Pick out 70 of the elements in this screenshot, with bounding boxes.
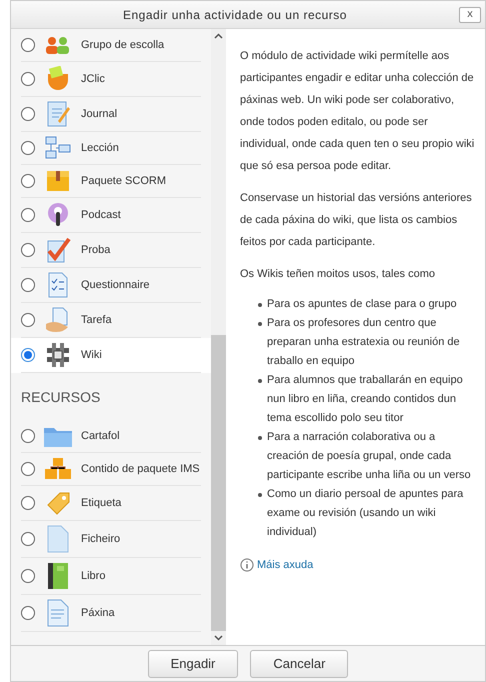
info-icon [240, 558, 254, 572]
bullet-icon [258, 436, 262, 440]
dialog-button[interactable]: Engadir [148, 650, 238, 678]
usage-bullet: Para os profesores dun centro que preparan unha estratexia ou reunión de traballo en equipo [267, 316, 461, 369]
module-option[interactable]: Contido de paquete IMS [11, 453, 211, 486]
description-paragraph: Os Wikis teñen moitos usos, tales como [240, 267, 436, 282]
scroll-thumb[interactable] [211, 335, 226, 631]
radio-button[interactable] [21, 462, 35, 476]
module-label: Paquete SCORM [81, 174, 166, 189]
radio-button[interactable] [21, 348, 35, 362]
radio-button[interactable] [21, 38, 35, 52]
module-label: Cartafol [81, 428, 120, 444]
radio-button[interactable] [21, 243, 35, 257]
bullet-icon [258, 493, 262, 497]
radio-button[interactable] [21, 72, 35, 86]
radio-button[interactable] [21, 532, 35, 546]
module-option[interactable]: Páxina [11, 595, 211, 632]
module-label: Wiki [81, 348, 102, 363]
module-option[interactable]: Libro [11, 558, 211, 595]
description-paragraph: Conservase un historial das versións anteriores de cada páxina do wiki, que lista os cambios feitos por cada participante. [240, 191, 473, 250]
radio-button[interactable] [21, 208, 35, 222]
module-option[interactable]: Lección [11, 132, 211, 165]
close-button[interactable]: x [459, 6, 481, 22]
module-option[interactable]: Proba [11, 233, 211, 268]
usage-bullet: Para os apuntes de clase para o grupo [267, 297, 457, 312]
dialog-title: Engadir unha actividade ou un recurso [122, 6, 348, 24]
usage-bullet: Como un diario persoal de apuntes para exame ou revisión (usando un wiki individual) [267, 487, 464, 540]
module-option[interactable]: Etiqueta [11, 486, 211, 521]
module-label: JClic [81, 72, 105, 87]
module-option[interactable]: Journal [11, 97, 211, 132]
radio-button[interactable] [21, 606, 35, 620]
section-heading: RECURSOS [21, 388, 102, 407]
module-option[interactable]: Ficheiro [11, 521, 211, 558]
module-label: Journal [81, 106, 118, 122]
module-option[interactable]: JClic [11, 62, 211, 97]
module-label: Tarefa [81, 312, 112, 328]
dialog-button[interactable]: Cancelar [250, 650, 348, 678]
module-option[interactable]: Paquete SCORM [11, 165, 211, 198]
bullet-icon [258, 322, 262, 326]
module-label: Questionnaire [81, 278, 150, 293]
module-label: Lección [81, 140, 119, 156]
description-paragraph: O módulo de actividade wiki permítelle aos participantes engadir e editar unha colección de páxinas web. Un wiki pode ser colaborativo, onde todos poden editalo, ou pode ser individual, onde cada quen ten o seu propio wiki que só esa persoa pode editar. [240, 49, 476, 174]
radio-button[interactable] [21, 278, 35, 292]
module-icon [43, 136, 73, 160]
module-label: Grupo de escolla [81, 38, 164, 53]
module-label: Etiqueta [81, 496, 122, 511]
radio-button[interactable] [21, 429, 35, 443]
bullet-icon [258, 379, 262, 383]
module-option[interactable]: Grupo de escolla [11, 29, 211, 62]
help-link[interactable]: Máis axuda [257, 554, 314, 576]
module-label: Libro [81, 568, 106, 584]
module-label: Páxina [81, 606, 115, 621]
module-label: Proba [81, 242, 110, 258]
module-option[interactable]: Podcast [11, 198, 211, 233]
module-label: Podcast [81, 208, 121, 223]
bullet-icon [258, 303, 262, 307]
radio-button[interactable] [21, 313, 35, 327]
usage-bullet: Para a narración colaborativa ou a creación de poesía grupal, onde cada participante escribe unha liña ou un verso [267, 430, 472, 483]
module-option[interactable]: Wiki [11, 338, 211, 373]
module-label: Contido de paquete IMS [81, 462, 200, 477]
module-icon [43, 457, 73, 481]
radio-button[interactable] [21, 141, 35, 155]
usage-bullet: Para alumnos que traballarán en equipo nun libro en liña, creando contidos dun tema escollido polo seu titor [267, 373, 464, 426]
radio-button[interactable] [21, 569, 35, 583]
radio-button[interactable] [21, 496, 35, 510]
module-option[interactable]: Cartafol [11, 420, 211, 453]
module-option[interactable]: Questionnaire [11, 268, 211, 303]
module-label: Ficheiro [81, 532, 120, 547]
radio-button[interactable] [21, 174, 35, 188]
radio-button[interactable] [21, 107, 35, 121]
